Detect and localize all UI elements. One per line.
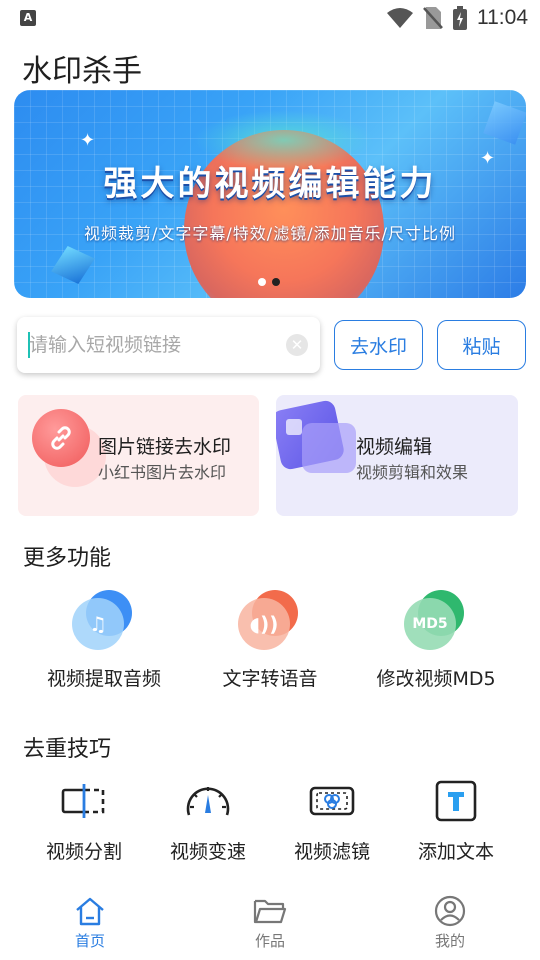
video-speed-button[interactable]: 视频变速	[146, 777, 270, 864]
bottom-nav: 首页 作品 我的	[0, 880, 540, 960]
tips-title: 去重技巧	[23, 737, 112, 762]
url-input-box[interactable]: ✕	[17, 317, 320, 373]
more-features-title: 更多功能	[23, 546, 112, 571]
remove-watermark-button[interactable]: 去水印	[334, 320, 423, 370]
extract-audio-button[interactable]: ♫ 视频提取音频	[14, 590, 194, 691]
card-title: 图片链接去水印	[98, 436, 232, 458]
folder-icon	[210, 894, 330, 928]
banner-pager	[258, 278, 280, 286]
wifi-icon	[387, 8, 413, 28]
tip-label: 视频滤镜	[293, 841, 370, 863]
status-icons: 11:04	[387, 4, 528, 32]
status-bar: A 11:04	[0, 0, 540, 36]
pager-dot-active	[272, 278, 280, 286]
card-title: 视频编辑	[356, 436, 433, 458]
status-time: 11:04	[477, 6, 528, 29]
md5-badge: MD5	[412, 616, 448, 632]
banner-headline: 强大的视频编辑能力	[103, 164, 437, 204]
image-icon	[286, 419, 302, 435]
music-note-icon: ♫	[72, 598, 124, 650]
video-filter-button[interactable]: 视频滤镜	[270, 777, 394, 864]
nav-label: 首页	[74, 932, 105, 950]
video-split-button[interactable]: 视频分割	[22, 777, 146, 864]
clear-icon[interactable]: ✕	[286, 334, 308, 356]
filter-icon	[308, 777, 356, 825]
battery-icon	[453, 6, 467, 30]
text-icon	[432, 777, 480, 825]
tip-label: 视频变速	[169, 841, 246, 863]
feature-label: 修改视频MD5	[376, 668, 496, 690]
text-to-speech-button[interactable]: ◖)) 文字转语音	[180, 590, 360, 691]
app-title: 水印杀手	[22, 54, 142, 89]
banner-subtitle: 视频裁剪/文字字幕/特效/滤镜/添加音乐/尺寸比例	[84, 224, 456, 243]
sparkle-icon: ✦	[80, 130, 96, 151]
md5-icon: MD5	[404, 598, 456, 650]
card-subtitle: 视频剪辑和效果	[356, 463, 469, 482]
nav-home[interactable]: 首页	[30, 894, 150, 951]
feature-label: 文字转语音	[222, 668, 318, 690]
feature-label: 视频提取音频	[46, 668, 161, 690]
sound-wave-icon: ◖))	[238, 598, 290, 650]
nav-profile[interactable]: 我的	[390, 894, 510, 951]
home-icon	[30, 894, 150, 928]
card-subtitle: 小红书图片去水印	[98, 463, 227, 482]
image-link-watermark-card[interactable]: 图片链接去水印 小红书图片去水印	[18, 395, 259, 516]
link-icon	[32, 409, 90, 467]
paste-button[interactable]: 粘贴	[437, 320, 526, 370]
profile-icon	[390, 894, 510, 928]
promo-banner[interactable]: ✦ ✦ 强大的视频编辑能力 视频裁剪/文字字幕/特效/滤镜/添加音乐/尺寸比例	[14, 90, 526, 298]
tip-label: 视频分割	[45, 841, 122, 863]
add-text-button[interactable]: 添加文本	[394, 777, 518, 864]
split-icon	[60, 777, 108, 825]
nav-label: 我的	[434, 932, 465, 950]
notification-icon: A	[20, 10, 36, 26]
nav-works[interactable]: 作品	[210, 894, 330, 951]
nav-label: 作品	[254, 932, 285, 950]
video-edit-icon-shadow	[302, 423, 356, 473]
no-sim-icon	[423, 7, 443, 29]
speedometer-icon	[184, 777, 232, 825]
video-url-input[interactable]	[29, 329, 279, 361]
pager-dot	[258, 278, 266, 286]
tip-label: 添加文本	[417, 841, 494, 863]
video-edit-card[interactable]: 视频编辑 视频剪辑和效果	[276, 395, 518, 516]
modify-md5-button[interactable]: MD5 修改视频MD5	[346, 590, 526, 691]
